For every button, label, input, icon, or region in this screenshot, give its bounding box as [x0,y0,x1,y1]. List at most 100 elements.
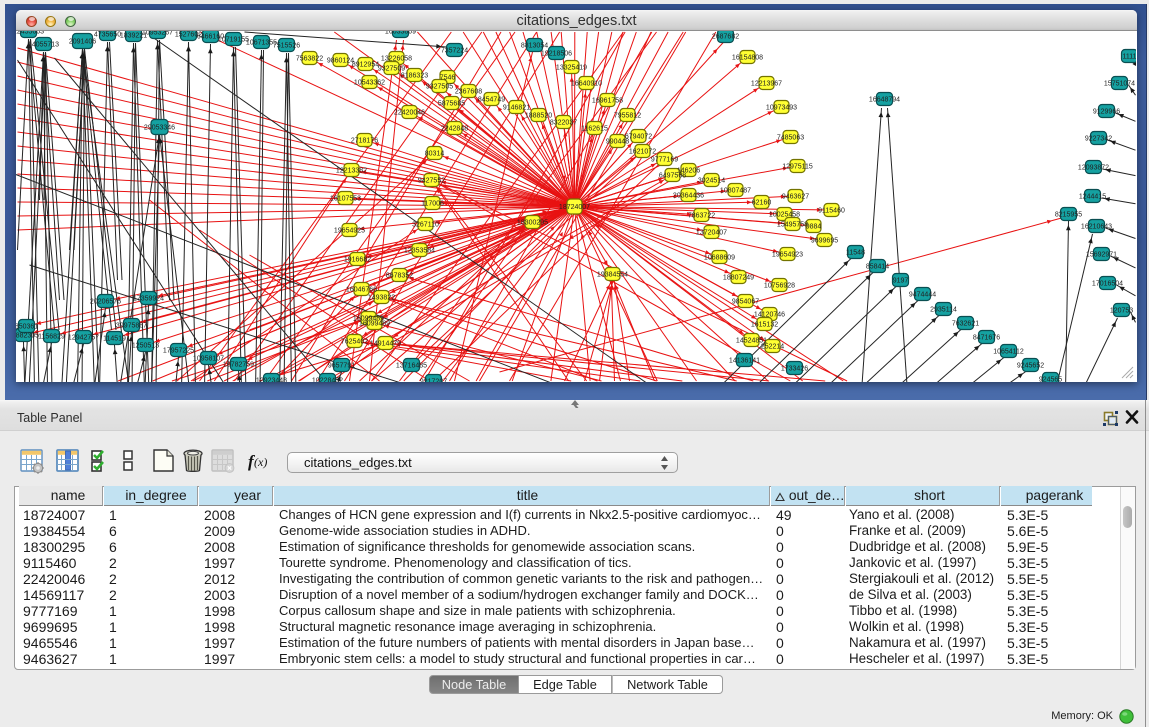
svg-text:22455603: 22455603 [16,31,44,36]
svg-text:14120746: 14120746 [754,312,785,319]
svg-text:10543362: 10543362 [354,80,385,87]
svg-text:2935114: 2935114 [930,307,957,314]
svg-text:5875685: 5875685 [438,101,465,108]
svg-text:18807249: 18807249 [723,275,754,282]
svg-text:8471676: 8471676 [973,335,1000,342]
svg-text:10953267: 10953267 [142,31,173,37]
svg-text:1111: 1111 [1122,54,1136,61]
svg-text:2091406: 2091406 [69,39,96,46]
svg-text:20206576: 20206576 [90,299,121,306]
svg-text:22420046: 22420046 [394,110,425,117]
svg-text:15751074: 15751074 [1104,81,1135,88]
svg-text:14055713: 14055713 [28,42,59,49]
svg-text:29053346: 29053346 [144,125,175,132]
svg-text:6794072: 6794072 [625,134,652,141]
svg-text:8322037: 8322037 [550,120,577,127]
svg-text:1162615: 1162615 [581,126,608,133]
svg-text:7546: 7546 [440,75,456,82]
svg-text:9854067: 9854067 [732,299,759,306]
svg-text:12213967: 12213967 [751,81,782,88]
svg-text:10228452: 10228452 [312,378,343,383]
svg-text:12353584: 12353584 [404,248,435,255]
svg-text:10025458: 10025458 [769,212,800,219]
svg-text:15495758: 15495758 [777,222,808,229]
svg-text:2367608: 2367608 [455,89,482,96]
svg-text:4735650: 4735650 [94,32,121,39]
svg-text:12975115: 12975115 [782,164,813,171]
svg-text:8678352: 8678352 [386,273,413,280]
svg-text:16033809: 16033809 [385,31,416,36]
svg-text:3024514: 3024514 [698,178,725,185]
svg-text:16210643: 16210643 [1081,224,1112,231]
svg-text:16099489: 16099489 [359,321,390,328]
svg-text:7485063: 7485063 [777,135,804,142]
svg-text:6497568: 6497568 [659,173,686,180]
svg-text:19654923: 19654923 [772,252,803,259]
svg-text:1244415: 1244415 [1079,194,1106,201]
svg-text:117006: 117006 [421,201,444,208]
svg-text:8215955: 8215955 [1055,212,1082,219]
svg-text:12923448: 12923448 [256,378,287,383]
svg-text:(x): (x) [254,455,267,469]
svg-text:7863722: 7863722 [688,213,715,220]
svg-text:9884: 9884 [806,224,822,231]
svg-text:1888520: 1888520 [525,113,552,120]
svg-text:9699695: 9699695 [811,238,838,245]
svg-text:9427552: 9427552 [418,178,445,185]
svg-text:12942757: 12942757 [68,335,99,342]
svg-text:19384554: 19384554 [597,272,628,279]
svg-text:8813054: 8813054 [521,43,548,50]
svg-text:1733426: 1733426 [781,366,808,373]
svg-text:62160: 62160 [752,200,772,207]
svg-text:1493822: 1493822 [368,295,395,302]
svg-text:80314: 80314 [425,151,445,158]
svg-text:9463627: 9463627 [782,194,809,201]
svg-text:19218506: 19218506 [541,51,572,58]
svg-text:9197: 9197 [893,278,909,285]
svg-text:9777169: 9777169 [651,157,678,164]
svg-text:120753: 120753 [1110,308,1133,315]
svg-text:10807487: 10807487 [720,188,751,195]
svg-text:9860124: 9860124 [327,58,354,65]
svg-text:20364436: 20364436 [673,193,704,200]
svg-text:7515526: 7515526 [273,43,300,50]
svg-text:850361: 850361 [16,324,38,331]
svg-text:13226058: 13226058 [381,56,412,63]
svg-text:858414: 858414 [866,264,889,271]
svg-text:11548: 11548 [846,250,865,257]
svg-text:924565: 924565 [1039,377,1062,383]
svg-text:8186323: 8186323 [401,73,428,80]
svg-text:10756928: 10756928 [764,283,795,290]
svg-text:9217207: 9217207 [420,379,447,383]
svg-text:13325419: 13325419 [556,65,587,72]
svg-text:114519: 114519 [103,336,126,343]
svg-text:10958107: 10958107 [193,356,224,363]
svg-text:8912954: 8912954 [352,62,379,69]
svg-text:7955812: 7955812 [614,113,641,120]
svg-text:10654112: 10654112 [993,349,1024,356]
svg-text:16961758: 16961758 [592,98,623,105]
svg-text:9129966: 9129966 [1093,109,1120,116]
svg-text:1156829: 1156829 [38,334,65,341]
svg-text:15692971: 15692971 [1086,252,1117,259]
svg-text:7632621: 7632621 [952,321,979,328]
svg-text:9327505: 9327505 [426,84,453,91]
svg-text:1916682: 1916682 [344,257,371,264]
svg-text:7563822: 7563822 [296,56,323,63]
svg-text:1621072: 1621072 [629,149,656,156]
svg-text:17359924: 17359924 [133,296,164,303]
svg-text:8454749: 8454749 [478,97,505,104]
svg-text:14914479: 14914479 [370,341,401,348]
svg-text:25882305: 25882305 [16,333,39,340]
svg-text:1615132: 1615132 [751,322,778,329]
svg-text:16782759: 16782759 [223,362,254,369]
svg-text:19654925: 19654925 [334,228,365,235]
svg-text:13720407: 13720407 [696,230,727,237]
svg-text:1250513: 1250513 [132,343,159,350]
svg-text:2687682: 2687682 [712,34,739,41]
svg-text:9115460: 9115460 [818,208,845,215]
svg-text:7625402: 7625402 [341,339,368,346]
svg-text:10719155: 10719155 [218,37,249,44]
svg-text:9227342: 9227342 [1085,136,1112,143]
svg-text:16154808: 16154808 [732,55,763,62]
